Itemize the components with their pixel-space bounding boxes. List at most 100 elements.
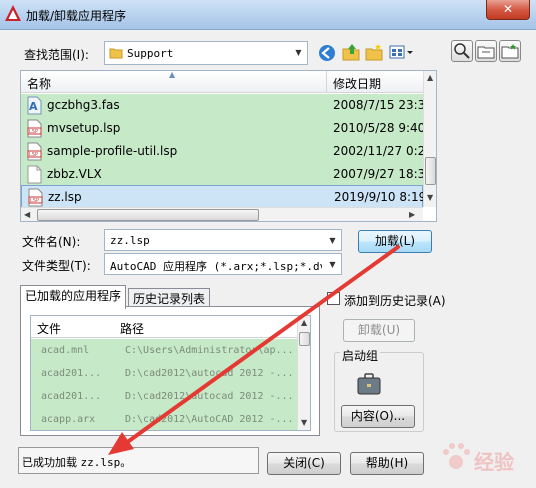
vlx-file-icon — [27, 165, 42, 184]
file-date: 2019/9/10 8:19 — [334, 190, 427, 204]
file-name: mvsetup.lsp — [47, 121, 121, 135]
app-row[interactable]: acad201... D:\cad2012\autocad 2012 -... — [31, 362, 297, 385]
lookin-value: Support — [127, 47, 174, 60]
find-icon — [454, 43, 470, 59]
column-divider[interactable] — [326, 71, 327, 93]
dialog-window: { "window": { "title": "加载/卸载应用程序", "clo… — [0, 0, 536, 488]
scroll-up-icon[interactable]: ▲ — [427, 73, 433, 82]
tab-loaded-apps[interactable]: 已加载的应用程序 — [20, 285, 127, 309]
favorite-folder-icon — [501, 44, 519, 59]
close-window-button[interactable]: ✕ — [486, 0, 530, 20]
scroll-left-icon[interactable]: ◀ — [24, 210, 30, 219]
locate-folder-button[interactable] — [475, 40, 497, 62]
status-text: 已成功加载 zz.lsp。 — [22, 454, 131, 470]
column-header-date[interactable]: 修改日期 — [333, 75, 381, 92]
file-list-horizontal-scrollbar[interactable]: ◀ ▶ — [21, 207, 423, 221]
scroll-down-icon[interactable]: ▼ — [301, 418, 307, 427]
file-date: 2002/11/27 0:25 — [333, 144, 433, 158]
app-row[interactable]: acad201... D:\cad2012\autocad 2012 -... — [31, 385, 297, 408]
loaded-apps-list[interactable]: 文件 路径 acad.mnl C:\Users\Administrator\ap… — [30, 315, 311, 431]
briefcase-icon[interactable] — [356, 372, 382, 396]
app-file: acad201... — [41, 368, 102, 379]
app-row[interactable]: acad.mnl C:\Users\Administrator\ap... — [31, 339, 297, 362]
file-name: zbbz.VLX — [47, 167, 102, 181]
search-web-button[interactable] — [451, 40, 473, 62]
file-row-selected[interactable]: LSP zz.lsp 2019/9/10 8:19 — [21, 185, 427, 208]
app-row[interactable]: acapp.arx D:\cad2012\AutoCAD 2012 -... — [31, 408, 297, 430]
app-path: D:\cad2012\AutoCAD 2012 -... — [125, 414, 294, 425]
svg-text:LSP: LSP — [29, 129, 38, 135]
file-date: 2010/5/28 9:40 — [333, 121, 426, 135]
startup-group-label: 启动组 — [340, 347, 381, 364]
close-button[interactable]: 关闭(C) — [267, 452, 341, 475]
app-file: acad201... — [41, 391, 102, 402]
folder-view-icon — [477, 46, 495, 59]
file-list[interactable]: 名称 ▲ 修改日期 A gczbhg3.fas 2008/7/15 23:34 … — [20, 70, 437, 222]
file-row[interactable]: LSP sample-profile-util.lsp 2002/11/27 0… — [21, 140, 433, 163]
scrollbar-thumb[interactable] — [299, 332, 310, 346]
svg-text:A: A — [29, 100, 38, 113]
chevron-down-icon[interactable]: ▼ — [324, 254, 341, 274]
fas-file-icon: A — [27, 96, 42, 115]
column-header-path[interactable]: 路径 — [120, 320, 144, 337]
add-history-label[interactable]: 添加到历史记录(A) — [344, 292, 446, 309]
scroll-right-icon[interactable]: ▶ — [409, 210, 415, 219]
help-button[interactable]: 帮助(H) — [350, 452, 424, 475]
status-box: 已成功加载 zz.lsp。 — [18, 447, 259, 474]
filetype-dropdown[interactable]: AutoCAD 应用程序 (*.arx;*.lsp;*.dvb; ▼ — [104, 253, 342, 275]
lsp-file-icon: LSP — [27, 119, 42, 138]
back-icon[interactable] — [317, 43, 337, 63]
svg-text:LSP: LSP — [29, 152, 38, 158]
unload-button[interactable]: 卸载(U) — [343, 319, 415, 342]
file-row[interactable]: A gczbhg3.fas 2008/7/15 23:34 — [21, 94, 433, 117]
filename-value: zz.lsp — [110, 234, 150, 247]
chevron-down-icon[interactable]: ▼ — [324, 230, 341, 250]
lookin-label: 查找范围(I): — [24, 48, 89, 62]
add-favorite-button[interactable] — [499, 40, 521, 62]
file-row[interactable]: LSP mvsetup.lsp 2010/5/28 9:40 — [21, 117, 426, 140]
title-bar[interactable]: 加载/卸载应用程序 ✕ — [0, 0, 536, 30]
file-date: 2008/7/15 23:34 — [333, 98, 433, 112]
new-folder-icon[interactable] — [364, 42, 384, 62]
scrollbar-thumb[interactable] — [425, 157, 436, 185]
file-row[interactable]: zbbz.VLX 2007/9/27 18:38 — [21, 163, 433, 186]
app-path: D:\cad2012\autocad 2012 -... — [125, 391, 294, 402]
filetype-value: AutoCAD 应用程序 (*.arx;*.lsp;*.dvb; — [110, 260, 322, 273]
apps-vertical-scrollbar[interactable]: ▲ ▼ — [297, 316, 310, 430]
load-button[interactable]: 加载(L) — [358, 230, 432, 253]
lookin-dropdown[interactable]: Support ▼ — [104, 41, 308, 65]
scroll-down-icon[interactable]: ▼ — [427, 193, 433, 202]
file-name: gczbhg3.fas — [47, 98, 120, 112]
lsp-file-icon: LSP — [27, 142, 42, 161]
window-title: 加载/卸载应用程序 — [26, 9, 127, 23]
status-prefix: 已成功加载 — [22, 456, 81, 469]
scrollbar-thumb[interactable] — [37, 209, 259, 221]
add-history-checkbox[interactable] — [327, 292, 340, 305]
up-folder-icon[interactable] — [341, 42, 361, 62]
file-name: zz.lsp — [48, 190, 82, 204]
sort-up-icon: ▲ — [169, 70, 176, 79]
chevron-down-icon[interactable]: ▼ — [290, 42, 307, 64]
apps-list-header: 文件 路径 — [31, 316, 297, 338]
app-file: acad.mnl — [41, 345, 90, 356]
file-date: 2007/9/27 18:38 — [333, 167, 433, 181]
column-header-name[interactable]: 名称 — [27, 75, 51, 92]
filetype-label: 文件类型(T): — [22, 259, 91, 273]
column-header-file[interactable]: 文件 — [37, 320, 61, 337]
app-file: acapp.arx — [41, 414, 96, 425]
file-list-header: 名称 ▲ 修改日期 — [21, 71, 423, 93]
tab-panel: 文件 路径 acad.mnl C:\Users\Administrator\ap… — [20, 306, 320, 436]
watermark: 经验 — [436, 432, 536, 488]
views-menu-icon[interactable] — [388, 42, 416, 62]
svg-text:LSP: LSP — [30, 198, 39, 204]
lsp-file-icon: LSP — [28, 188, 43, 207]
app-path: D:\cad2012\autocad 2012 -... — [125, 368, 294, 379]
status-file: zz.lsp — [80, 456, 121, 469]
status-suffix: 。 — [120, 456, 132, 469]
filename-label: 文件名(N): — [22, 235, 81, 249]
scroll-up-icon[interactable]: ▲ — [301, 318, 307, 327]
file-name: sample-profile-util.lsp — [47, 144, 178, 158]
contents-button[interactable]: 内容(O)... — [341, 405, 415, 428]
file-list-vertical-scrollbar[interactable]: ▲ ▼ — [423, 71, 436, 207]
filename-combo[interactable]: zz.lsp ▼ — [104, 229, 342, 251]
